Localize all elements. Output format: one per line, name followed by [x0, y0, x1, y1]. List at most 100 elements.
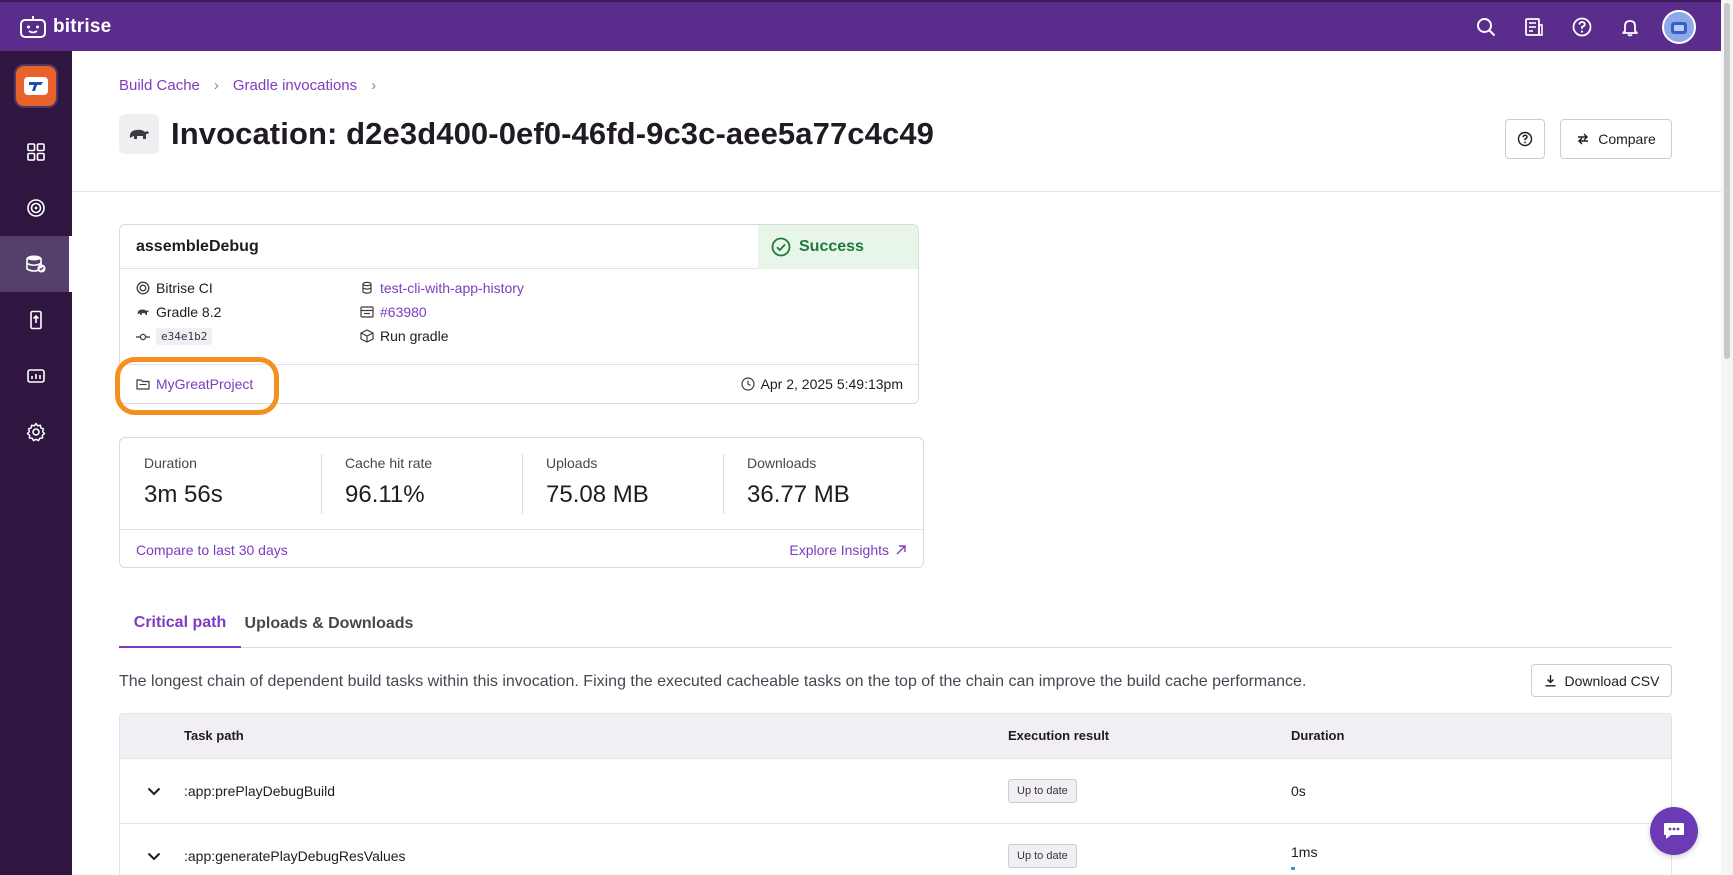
step-label: Run gradle [380, 328, 449, 344]
column-duration[interactable]: Duration [1291, 728, 1344, 743]
task-duration: 0s [1291, 783, 1306, 799]
main-content: Build Cache › Gradle invocations › Invoc… [72, 51, 1721, 875]
ci-provider: Bitrise CI [136, 280, 213, 296]
tab-uploads-downloads[interactable]: Uploads & Downloads [241, 600, 417, 648]
sidebar-item-settings[interactable] [0, 404, 72, 460]
breadcrumb-gradle-invocations[interactable]: Gradle invocations [233, 77, 357, 94]
invocation-card: assembleDebug Success Bitrise CI Gradle … [119, 224, 919, 404]
stat-label: Cache hit rate [345, 455, 433, 471]
sidebar-item-release[interactable] [0, 292, 72, 348]
column-task-path[interactable]: Task path [184, 728, 244, 743]
download-icon [1545, 675, 1556, 687]
folder-icon [136, 379, 150, 390]
chat-button[interactable] [1650, 807, 1698, 855]
project-name[interactable]: MyGreatProject [156, 376, 253, 392]
sidebar-item-dashboard[interactable] [0, 124, 72, 180]
bell-icon[interactable] [1606, 2, 1654, 51]
stat-value: 75.08 MB [546, 481, 649, 508]
breadcrumb: Build Cache › Gradle invocations › [119, 77, 390, 94]
status-badge: Success [758, 225, 918, 269]
clock-icon [740, 377, 755, 391]
gradle-label: Gradle 8.2 [156, 304, 222, 320]
stat-value: 96.11% [345, 481, 425, 508]
invocation-task: assembleDebug [136, 237, 259, 255]
stat-label: Duration [144, 455, 197, 471]
sidebar-item-analytics[interactable] [0, 348, 72, 404]
scrollbar-thumb[interactable] [1724, 3, 1730, 359]
execution-result-badge: Up to date [1008, 844, 1077, 868]
table-header: Task path Execution result Duration [120, 714, 1671, 759]
bitrise-mascot-icon [20, 15, 46, 38]
commit-label: e34e1b2 [156, 328, 213, 345]
swap-arrows-icon [1578, 133, 1589, 145]
chevron-right-icon: › [371, 77, 377, 94]
status-label: Success [799, 238, 864, 255]
stat-uploads: Uploads 75.08 MB [522, 438, 723, 530]
commit-icon [136, 333, 150, 340]
stat-value: 3m 56s [144, 481, 223, 508]
insights-icon [27, 199, 45, 217]
analytics-icon [27, 369, 45, 383]
breadcrumb-build-cache[interactable]: Build Cache [119, 77, 200, 94]
sidebar-item-build-cache[interactable] [0, 236, 72, 292]
commit-hash: e34e1b2 [136, 328, 213, 345]
external-arrow-icon [896, 545, 906, 555]
branch[interactable]: test-cli-with-app-history [360, 280, 524, 296]
build-number[interactable]: #63980 [360, 304, 427, 320]
bitrise-logo[interactable]: bitrise [19, 15, 111, 38]
tab-critical-path[interactable]: Critical path [119, 600, 241, 648]
chevron-right-icon: › [213, 77, 219, 94]
gradle-icon [137, 309, 149, 315]
column-execution-result[interactable]: Execution result [1008, 728, 1109, 743]
ci-icon [136, 281, 150, 295]
scrollbar[interactable] [1721, 0, 1733, 875]
page-title: Invocation: d2e3d400-0ef0-46fd-9c3c-aee5… [171, 116, 934, 151]
step: Run gradle [360, 328, 449, 344]
help-icon[interactable] [1558, 2, 1606, 51]
sidebar-item-insights[interactable] [0, 180, 72, 236]
box-icon [360, 329, 374, 343]
stat-downloads: Downloads 36.77 MB [723, 438, 924, 530]
stat-cache-hit-rate: Cache hit rate 96.11% [321, 438, 522, 530]
settings-icon [26, 422, 46, 442]
critical-path-description: The longest chain of dependent build tas… [119, 673, 1307, 690]
build-link[interactable]: #63980 [380, 304, 427, 320]
stats-card: Duration 3m 56s Cache hit rate 96.11% Up… [119, 437, 924, 568]
project-link[interactable]: MyGreatProject [136, 376, 253, 392]
build-cache-icon [26, 255, 46, 273]
execution-result-badge: Up to date [1008, 779, 1077, 803]
critical-path-table: Task path Execution result Duration :app… [119, 713, 1672, 875]
workspace-logo[interactable] [16, 66, 56, 106]
compare-button[interactable]: Compare [1560, 119, 1672, 159]
compare-label: Compare [1598, 131, 1656, 147]
invocation-timestamp: Apr 2, 2025 5:49:13pm [740, 376, 903, 392]
chevron-down-icon[interactable] [144, 781, 164, 801]
download-csv-button[interactable]: Download CSV [1531, 664, 1672, 697]
task-duration: 1ms [1291, 844, 1318, 860]
task-path: :app:prePlayDebugBuild [184, 783, 335, 799]
avatar[interactable] [1662, 9, 1696, 44]
top-bar: bitrise [0, 0, 1733, 51]
search-icon[interactable] [1462, 2, 1510, 51]
tabs: Critical path Uploads & Downloads [119, 600, 1672, 648]
gradle-version: Gradle 8.2 [136, 304, 221, 320]
compare-last-30-days-link[interactable]: Compare to last 30 days [136, 542, 288, 558]
chevron-down-icon[interactable] [144, 846, 164, 866]
help-button[interactable] [1505, 119, 1545, 159]
timestamp-label: Apr 2, 2025 5:49:13pm [760, 376, 903, 392]
dashboard-icon [27, 143, 45, 161]
gradle-elephant-icon [119, 114, 159, 154]
explore-insights-link[interactable]: Explore Insights [789, 542, 907, 558]
changelog-icon[interactable] [1510, 2, 1558, 51]
help-icon [1517, 131, 1533, 147]
explore-insights-label: Explore Insights [789, 542, 889, 558]
ci-label: Bitrise CI [156, 280, 213, 296]
branch-link[interactable]: test-cli-with-app-history [380, 280, 524, 296]
task-path: :app:generatePlayDebugResValues [184, 848, 406, 864]
table-row[interactable]: :app:prePlayDebugBuild Up to date 0s [120, 759, 1671, 824]
chat-icon [1664, 823, 1684, 839]
stack-icon [362, 281, 372, 294]
stat-label: Uploads [546, 455, 598, 471]
stat-label: Downloads [747, 455, 817, 471]
table-row[interactable]: :app:generatePlayDebugResValues Up to da… [120, 824, 1671, 875]
